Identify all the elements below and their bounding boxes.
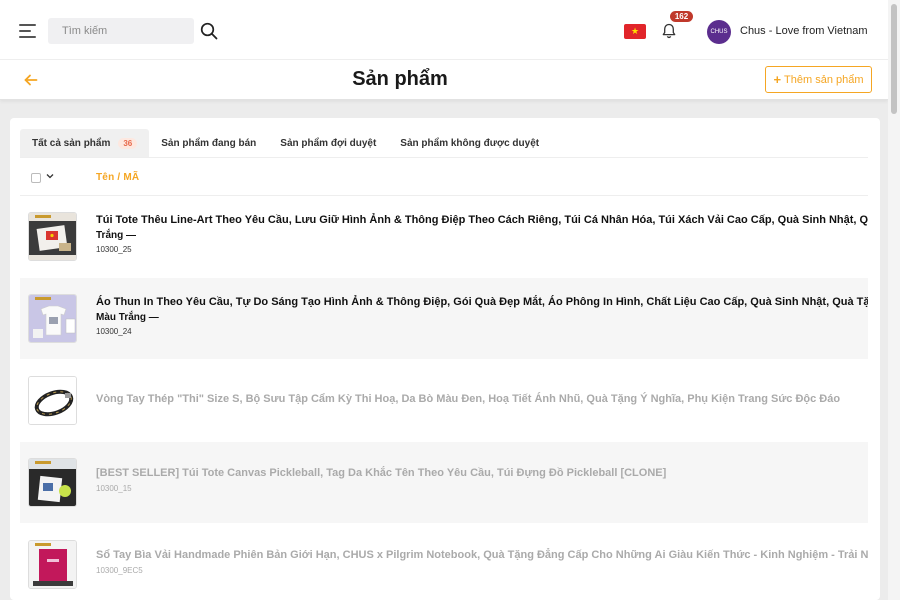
table-row[interactable]: Vòng Tay Thép "Thi" Size S, Bộ Sưu Tập C…	[20, 360, 868, 442]
product-name[interactable]: Áo Thun In Theo Yêu Cầu, Tự Do Sáng Tạo …	[96, 296, 868, 308]
product-name[interactable]: Sổ Tay Bìa Vải Handmade Phiên Bản Giới H…	[96, 549, 868, 561]
notification-count-badge: 162	[670, 11, 693, 22]
tab-label: Tất cả sản phẩm	[32, 137, 111, 149]
vietnam-flag-icon[interactable]: ★	[624, 24, 646, 39]
product-thumbnail[interactable]	[28, 294, 77, 343]
tab-all-products[interactable]: Tất cả sản phẩm 36	[20, 129, 150, 157]
tab-label: Sản phẩm không được duyệt	[400, 137, 540, 149]
tab-selling[interactable]: Sản phẩm đang bán	[149, 129, 268, 157]
scrollbar-thumb[interactable]	[891, 4, 897, 114]
shop-name[interactable]: Chus - Love from Vietnam	[740, 25, 868, 37]
bell-icon[interactable]	[660, 22, 678, 40]
hamburger-menu-icon[interactable]	[19, 24, 36, 38]
chevron-down-icon[interactable]	[46, 172, 54, 180]
search-icon[interactable]	[200, 22, 218, 40]
product-sku: 10300_15	[96, 484, 132, 493]
product-name[interactable]: Túi Tote Thêu Line-Art Theo Yêu Cầu, Lưu…	[96, 214, 868, 226]
product-thumbnail[interactable]	[28, 458, 77, 507]
table-row[interactable]: [BEST SELLER] Túi Tote Canvas Pickleball…	[20, 442, 868, 524]
product-sku: 10300_24	[96, 327, 132, 336]
tab-label: Sản phẩm đang bán	[161, 137, 257, 149]
select-all-checkbox[interactable]	[31, 173, 41, 183]
table-row[interactable]: Áo Thun In Theo Yêu Cầu, Tự Do Sáng Tạo …	[20, 278, 868, 360]
page-title: Sản phẩm	[352, 68, 448, 90]
page-header: Sản phẩm + Thêm sản phẩm	[0, 60, 888, 100]
avatar[interactable]: CHUS	[707, 20, 731, 44]
product-thumbnail[interactable]	[28, 540, 77, 589]
product-list: Túi Tote Thêu Line-Art Theo Yêu Cầu, Lưu…	[20, 196, 868, 600]
product-sku: 10300_9EC5	[96, 566, 143, 575]
top-navbar: ★ 162 CHUS Chus - Love from Vietnam	[0, 0, 888, 60]
product-tabs: Tất cả sản phẩm 36 Sản phẩm đang bán Sản…	[20, 129, 551, 157]
product-count-badge: 36	[118, 137, 138, 149]
table-row[interactable]: Sổ Tay Bìa Vải Handmade Phiên Bản Giới H…	[20, 524, 868, 600]
table-header: Tên / MÃ	[20, 158, 868, 196]
tab-pending[interactable]: Sản phẩm đợi duyệt	[268, 129, 388, 157]
tab-label: Sản phẩm đợi duyệt	[280, 137, 377, 149]
product-sku: 10300_25	[96, 245, 132, 254]
add-product-label: Thêm sản phẩm	[784, 73, 864, 86]
product-thumbnail[interactable]	[28, 212, 77, 261]
search-input[interactable]	[48, 18, 194, 44]
plus-icon: +	[773, 72, 782, 87]
add-product-button[interactable]: + Thêm sản phẩm	[765, 66, 872, 93]
tab-rejected[interactable]: Sản phẩm không được duyệt	[388, 129, 551, 157]
product-thumbnail[interactable]	[28, 376, 77, 425]
table-row[interactable]: Túi Tote Thêu Line-Art Theo Yêu Cầu, Lưu…	[20, 196, 868, 278]
product-name[interactable]: [BEST SELLER] Túi Tote Canvas Pickleball…	[96, 467, 666, 479]
column-name-sku[interactable]: Tên / MÃ	[96, 172, 139, 183]
product-variant: Trắng —	[96, 230, 137, 241]
product-name[interactable]: Vòng Tay Thép "Thi" Size S, Bộ Sưu Tập C…	[96, 393, 840, 405]
product-variant: Màu Trắng —	[96, 312, 159, 323]
products-card: Tất cả sản phẩm 36 Sản phẩm đang bán Sản…	[10, 118, 880, 600]
